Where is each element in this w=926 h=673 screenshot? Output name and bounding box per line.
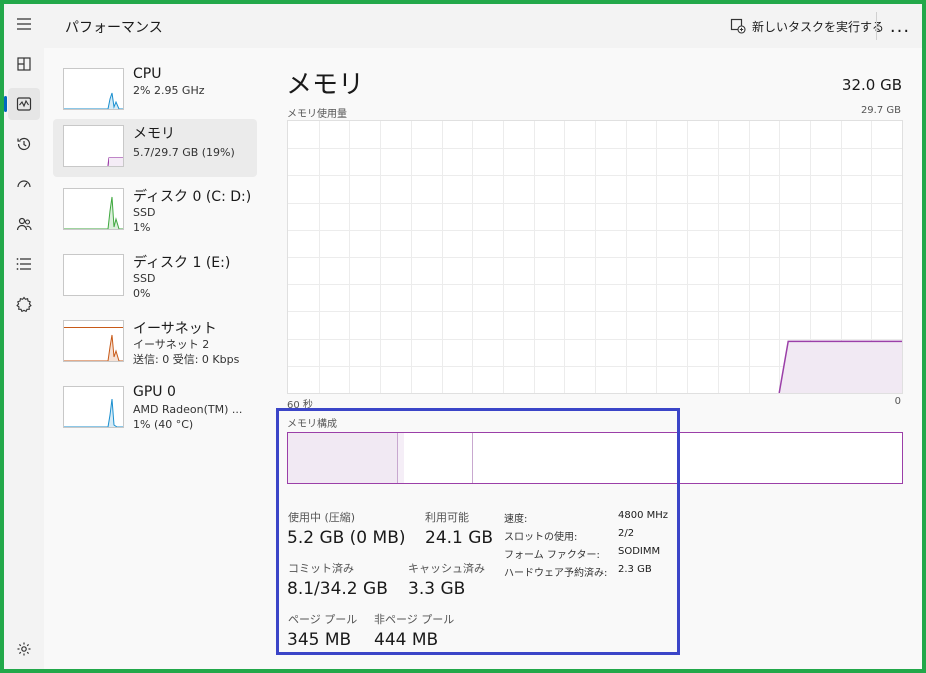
device-item-ethernet[interactable]: イーサネット イーサネット 2 送信: 0 受信: 0 Kbps: [53, 314, 257, 372]
composition-in-use: [288, 433, 397, 483]
device-subtitle: AMD Radeon(TM) ...: [133, 403, 243, 416]
device-subtitle: SSD: [133, 272, 156, 285]
title-bar: パフォーマンス 新しいタスクを実行する ...: [44, 4, 922, 48]
device-subtitle: 5.7/29.7 GB (19%): [133, 146, 235, 159]
device-sparkline-disk-1: [64, 255, 123, 295]
sparkline: [64, 398, 123, 427]
app-history-icon[interactable]: [8, 128, 40, 160]
settings-icon[interactable]: [8, 633, 40, 665]
committed-label: コミット済み: [288, 562, 354, 575]
sparkline-fill: [109, 158, 123, 166]
device-thumbnail-ethernet: [63, 320, 124, 362]
device-thumbnail-disk-0: [63, 188, 124, 230]
device-subtitle: イーサネット 2: [133, 338, 210, 351]
committed-value: 8.1/34.2 GB: [287, 579, 388, 599]
cached-value: 3.3 GB: [408, 579, 466, 599]
spec-speed-value: 4800 MHz: [618, 510, 669, 521]
memory-composition-bar: [287, 432, 903, 484]
spec-hw-reserved-value: 2.3 GB: [618, 564, 652, 575]
performance-icon[interactable]: [4, 88, 40, 120]
device-item-disk-1[interactable]: ディスク 1 (E:) SSD 0%: [53, 248, 257, 306]
page-title: パフォーマンス: [65, 20, 163, 36]
available-value: 24.1 GB: [425, 528, 494, 548]
more-options-button[interactable]: ...: [884, 12, 916, 40]
device-item-disk-0[interactable]: ディスク 0 (C: D:) SSD 1%: [53, 182, 257, 240]
device-subtitle: 2% 2.95 GHz: [133, 84, 205, 97]
spec-hw-reserved-label: ハードウェア予約済み:: [504, 568, 608, 579]
device-title: ディスク 0 (C: D:): [133, 189, 252, 205]
paged-pool-label: ページ プール: [288, 613, 358, 626]
memory-detail-panel: メモリ 32.0 GB メモリ使用量 29.7 GB 60 秒 0 メモリ構成 …: [268, 48, 922, 669]
paged-pool-value: 345 MB: [287, 630, 352, 650]
device-title: イーサネット: [133, 321, 217, 337]
device-title: ディスク 1 (E:): [133, 255, 231, 271]
services-icon[interactable]: [8, 288, 40, 320]
memory-heading: メモリ: [286, 70, 365, 100]
memory-usage-label: メモリ使用量: [287, 109, 347, 120]
memory-usage-area: [779, 341, 902, 393]
nonpaged-pool-label: 非ページ プール: [374, 613, 455, 626]
device-subtitle: 1%: [133, 221, 151, 234]
device-sparkline-cpu: [64, 92, 123, 109]
device-sparkline-gpu-0: [64, 398, 123, 427]
device-item-cpu[interactable]: CPU 2% 2.95 GHz: [53, 62, 257, 120]
sparkline: [64, 196, 123, 229]
spec-form-factor-label: フォーム ファクター:: [504, 550, 600, 561]
header-divider: [876, 12, 877, 40]
device-subtitle: 1% (40 °C): [133, 418, 194, 431]
device-subtitle: 0%: [133, 287, 151, 300]
device-thumbnail-gpu-0: [63, 386, 124, 428]
device-thumbnail-cpu: [63, 68, 124, 110]
time-axis-end: 0: [894, 396, 901, 407]
device-thumbnail-memory: [63, 125, 124, 167]
in-use-value: 5.2 GB (0 MB): [287, 528, 406, 548]
run-new-task-label: 新しいタスクを実行する: [752, 19, 885, 34]
memory-total: 32.0 GB: [841, 76, 902, 94]
device-list: CPU 2% 2.95 GHz メモリ 5.7/29.7 GB (19%) ディ…: [44, 48, 268, 669]
spec-slots-label: スロットの使用:: [504, 532, 578, 543]
sparkline: [64, 92, 123, 109]
spec-form-factor-value: SODIMM: [618, 546, 661, 557]
device-subtitle: 送信: 0 受信: 0 Kbps: [133, 353, 240, 366]
hamburger-menu-icon[interactable]: [8, 8, 40, 40]
in-use-label: 使用中 (圧縮): [288, 511, 356, 524]
nav-rail: [4, 4, 44, 669]
new-task-icon: [730, 18, 746, 34]
time-axis-start: 60 秒: [287, 400, 313, 411]
nonpaged-pool-value: 444 MB: [374, 630, 439, 650]
device-subtitle: SSD: [133, 206, 156, 219]
memory-usage-max: 29.7 GB: [860, 105, 901, 116]
composition-standby: [404, 433, 474, 483]
spec-slots-value: 2/2: [618, 528, 635, 539]
cached-label: キャッシュ済み: [408, 562, 485, 575]
device-sparkline-disk-0: [64, 196, 123, 229]
startup-apps-icon[interactable]: [8, 168, 40, 200]
device-sparkline-ethernet: [64, 327, 123, 361]
device-title: CPU: [133, 66, 162, 82]
device-title: GPU 0: [133, 384, 176, 400]
memory-composition-label: メモリ構成: [287, 419, 337, 430]
run-new-task-button[interactable]: 新しいタスクを実行する: [726, 12, 888, 40]
memory-usage-plot: [288, 121, 902, 393]
spec-speed-label: 速度:: [504, 514, 528, 525]
users-icon[interactable]: [8, 208, 40, 240]
device-title: メモリ: [133, 126, 175, 142]
available-label: 利用可能: [425, 511, 469, 524]
details-icon[interactable]: [8, 248, 40, 280]
device-sparkline-memory: [107, 157, 123, 166]
memory-usage-graph: [287, 120, 903, 394]
device-item-gpu-0[interactable]: GPU 0 AMD Radeon(TM) ... 1% (40 °C): [53, 380, 257, 438]
sparkline: [64, 334, 123, 361]
processes-icon[interactable]: [8, 48, 40, 80]
device-thumbnail-disk-1: [63, 254, 124, 296]
device-item-memory[interactable]: メモリ 5.7/29.7 GB (19%): [53, 119, 257, 177]
